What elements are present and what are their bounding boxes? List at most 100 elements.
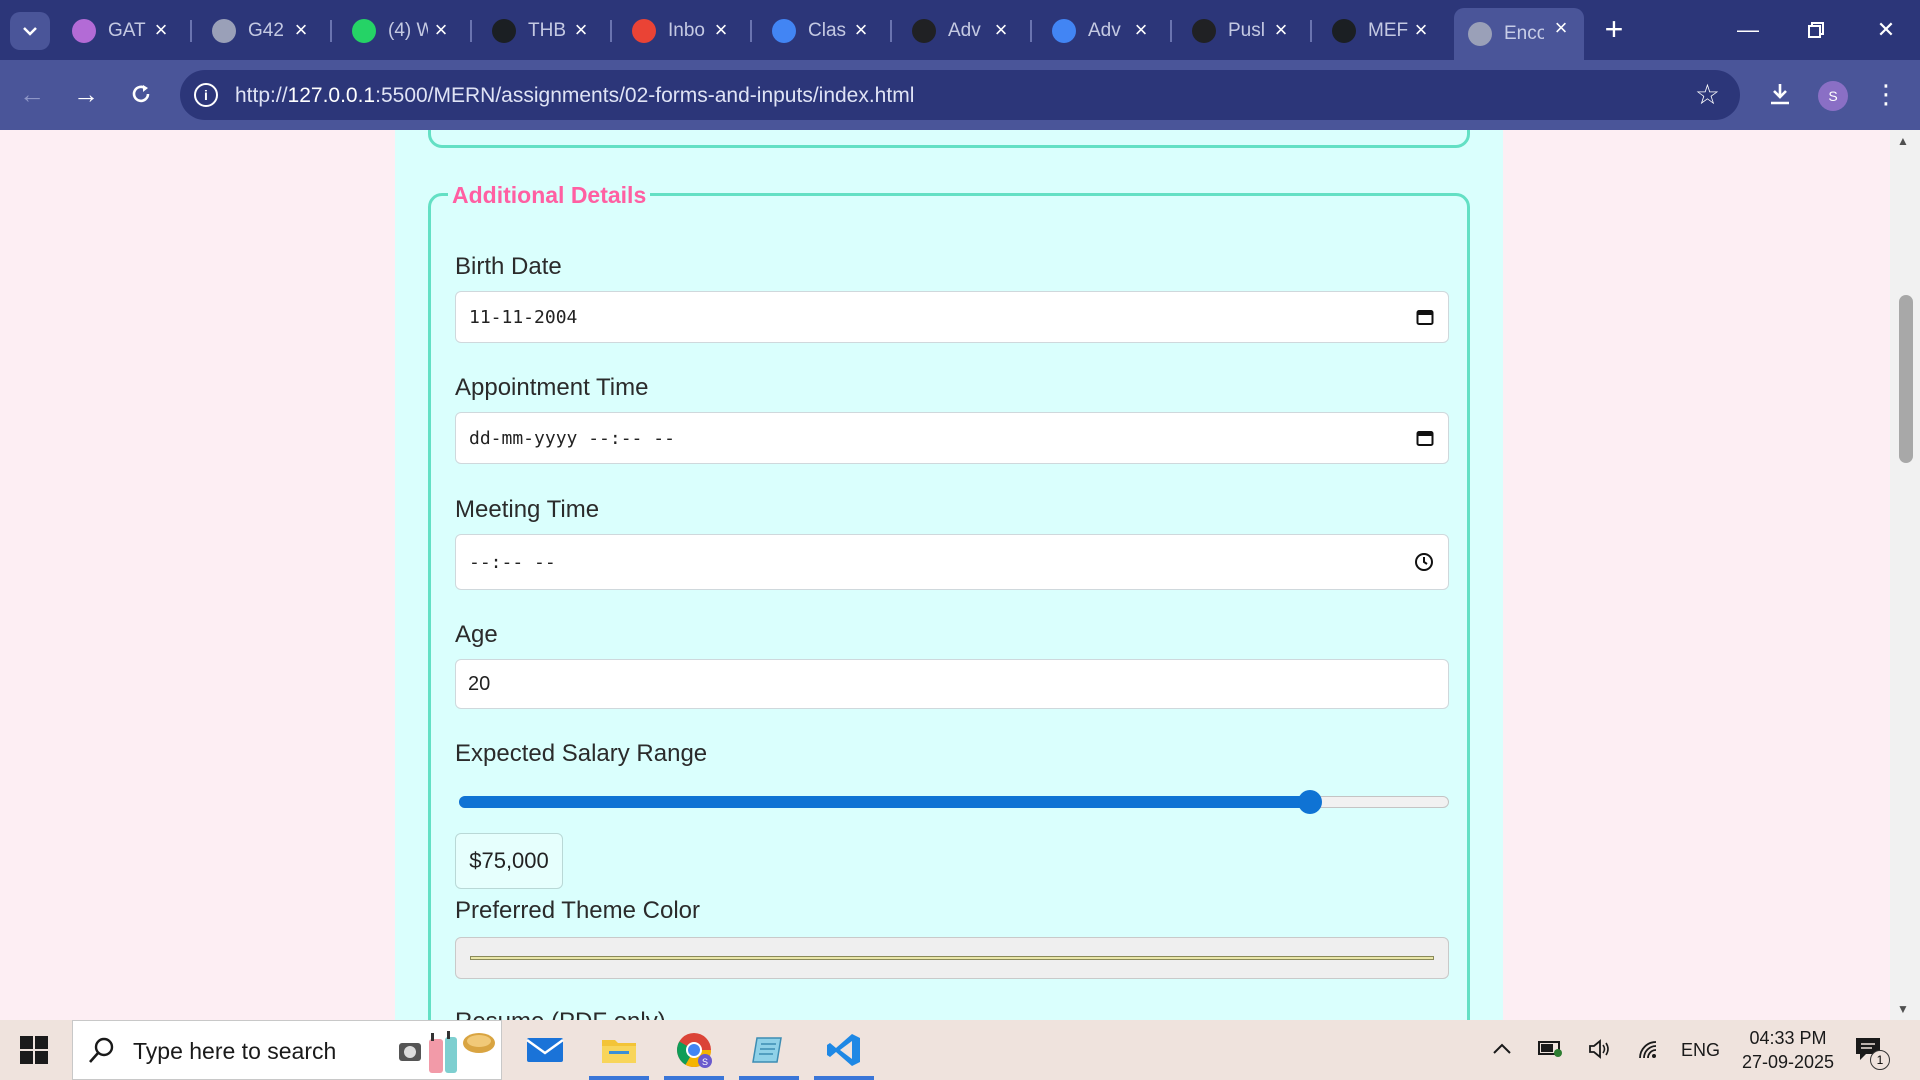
volume-icon[interactable] — [1588, 1038, 1612, 1066]
form-card: Additional Details Birth Date 11-11-2004… — [395, 130, 1503, 1020]
tab-title: Adv — [948, 20, 981, 41]
theme-color-picker[interactable] — [455, 937, 1449, 979]
resume-label: Resume (PDF only) — [455, 1008, 666, 1020]
browser-tab[interactable]: Clas × — [758, 10, 884, 52]
appointment-time-input[interactable]: dd-mm-yyyy --:-- -- — [455, 412, 1449, 464]
tab-separator — [1170, 20, 1172, 42]
clock-icon[interactable] — [1414, 552, 1434, 572]
browser-tab[interactable]: THB × — [478, 10, 604, 52]
birth-date-input[interactable]: 11-11-2004 — [455, 291, 1449, 343]
minimize-button[interactable]: — — [1718, 10, 1778, 50]
vscode-app[interactable] — [808, 1020, 880, 1080]
tab-close-icon[interactable]: × — [570, 19, 592, 41]
url-scheme: http:// — [235, 84, 288, 107]
tab-title: G42 — [248, 20, 284, 41]
notepad-app[interactable] — [733, 1020, 805, 1080]
browser-toolbar: ← → i http://127.0.0.1:5500/MERN/assignm… — [0, 60, 1920, 130]
scroll-up-arrow-icon[interactable]: ▲ — [1897, 134, 1909, 148]
chrome-app[interactable]: S — [658, 1020, 730, 1080]
calendar-icon[interactable] — [1416, 429, 1434, 447]
page-scrollbar[interactable]: ▲ ▼ — [1890, 130, 1920, 1020]
scrollbar-thumb[interactable] — [1899, 295, 1913, 463]
tab-search-button[interactable] — [10, 12, 50, 50]
bookmark-star-icon[interactable]: ☆ — [1695, 78, 1720, 111]
new-tab-button[interactable]: + — [1598, 13, 1630, 46]
browser-tab[interactable]: Adv × — [1038, 10, 1164, 52]
browser-tab[interactable]: GAT × — [58, 10, 184, 52]
tab-close-icon[interactable]: × — [290, 19, 312, 41]
age-input[interactable]: 20 — [455, 659, 1449, 709]
gat-icon — [72, 19, 96, 43]
salary-range-slider[interactable] — [459, 790, 1449, 814]
tab-close-icon[interactable]: × — [1410, 19, 1432, 41]
salary-range-label: Expected Salary Range — [455, 740, 708, 767]
restore-button[interactable] — [1786, 10, 1846, 50]
browser-tab[interactable]: Adv × — [898, 10, 1024, 52]
gmail-icon — [632, 19, 656, 43]
wifi-icon[interactable] — [1636, 1038, 1660, 1066]
browser-tab[interactable]: MEF × — [1318, 10, 1444, 52]
url-text[interactable]: http://127.0.0.1:5500/MERN/assignments/0… — [235, 84, 914, 108]
downloads-button[interactable] — [1760, 74, 1800, 114]
tab-close-icon[interactable]: × — [710, 19, 732, 41]
chevron-down-icon — [23, 27, 37, 36]
vscode-icon — [827, 1034, 860, 1066]
browser-tab[interactable]: Enco × — [1454, 8, 1584, 60]
tab-close-icon[interactable]: × — [1270, 19, 1292, 41]
tab-close-icon[interactable]: × — [430, 19, 452, 41]
close-window-button[interactable]: ✕ — [1856, 10, 1916, 50]
battery-icon[interactable] — [1538, 1038, 1564, 1064]
site-info-icon[interactable]: i — [194, 83, 218, 107]
mail-app[interactable] — [509, 1020, 581, 1080]
profile-avatar[interactable]: S — [1818, 81, 1848, 111]
browser-tab[interactable]: Pusl × — [1178, 10, 1304, 52]
whatsapp-icon — [352, 19, 376, 43]
github-icon — [1332, 19, 1356, 43]
calendar-icon[interactable] — [1416, 308, 1434, 326]
address-bar[interactable]: i http://127.0.0.1:5500/MERN/assignments… — [180, 70, 1740, 120]
slider-thumb[interactable] — [1298, 790, 1323, 814]
github-icon — [492, 19, 516, 43]
tab-title: Inbo — [668, 20, 705, 41]
language-indicator[interactable]: ENG — [1681, 1040, 1720, 1061]
theme-color-label: Preferred Theme Color — [455, 897, 700, 924]
page-viewport: Additional Details Birth Date 11-11-2004… — [0, 130, 1920, 1020]
folder-icon — [602, 1040, 636, 1063]
slider-fill — [459, 796, 1311, 808]
docs-icon — [1052, 19, 1076, 43]
start-button[interactable] — [20, 1036, 50, 1066]
reload-button[interactable] — [121, 74, 161, 114]
tab-close-icon[interactable]: × — [1550, 17, 1572, 39]
tray-overflow-icon[interactable] — [1492, 1038, 1512, 1061]
taskbar-search[interactable]: Type here to search — [72, 1020, 502, 1080]
tab-title: (4) W — [388, 20, 428, 41]
tab-title: Pusl — [1228, 20, 1265, 41]
search-placeholder: Type here to search — [133, 1038, 337, 1064]
tab-close-icon[interactable]: × — [1130, 19, 1152, 41]
openai-icon — [1192, 19, 1216, 43]
tab-close-icon[interactable]: × — [150, 19, 172, 41]
system-clock[interactable]: 04:33 PM 27-09-2025 — [1736, 1026, 1840, 1074]
wifi-signal-icon — [1639, 1041, 1657, 1059]
previous-fieldset — [428, 130, 1470, 148]
meeting-time-input[interactable]: --:-- -- — [455, 534, 1449, 590]
notification-center-button[interactable]: 1 — [1854, 1036, 1890, 1070]
tab-separator — [470, 20, 472, 42]
scroll-down-arrow-icon[interactable]: ▼ — [1897, 1002, 1909, 1016]
back-button[interactable]: ← — [12, 74, 52, 114]
reload-icon — [132, 85, 150, 103]
google-icon — [772, 19, 796, 43]
svg-text:S: S — [702, 1057, 708, 1067]
browser-tab[interactable]: G42 × — [198, 10, 324, 52]
birth-date-value: 11-11-2004 — [469, 306, 578, 328]
contact-icon — [912, 19, 936, 43]
tab-close-icon[interactable]: × — [850, 19, 872, 41]
file-explorer-app[interactable] — [583, 1020, 655, 1080]
forward-button[interactable]: → — [66, 74, 106, 114]
browser-tab[interactable]: Inbo × — [618, 10, 744, 52]
tab-strip: GAT × G42 × (4) W × THB × Inbo × Clas × Adv × Adv × Pusl… — [0, 0, 1920, 60]
browser-tab[interactable]: (4) W × — [338, 10, 464, 52]
tab-close-icon[interactable]: × — [990, 19, 1012, 41]
appointment-time-label: Appointment Time — [455, 374, 649, 401]
browser-menu-button[interactable]: ⋮ — [1866, 74, 1906, 114]
